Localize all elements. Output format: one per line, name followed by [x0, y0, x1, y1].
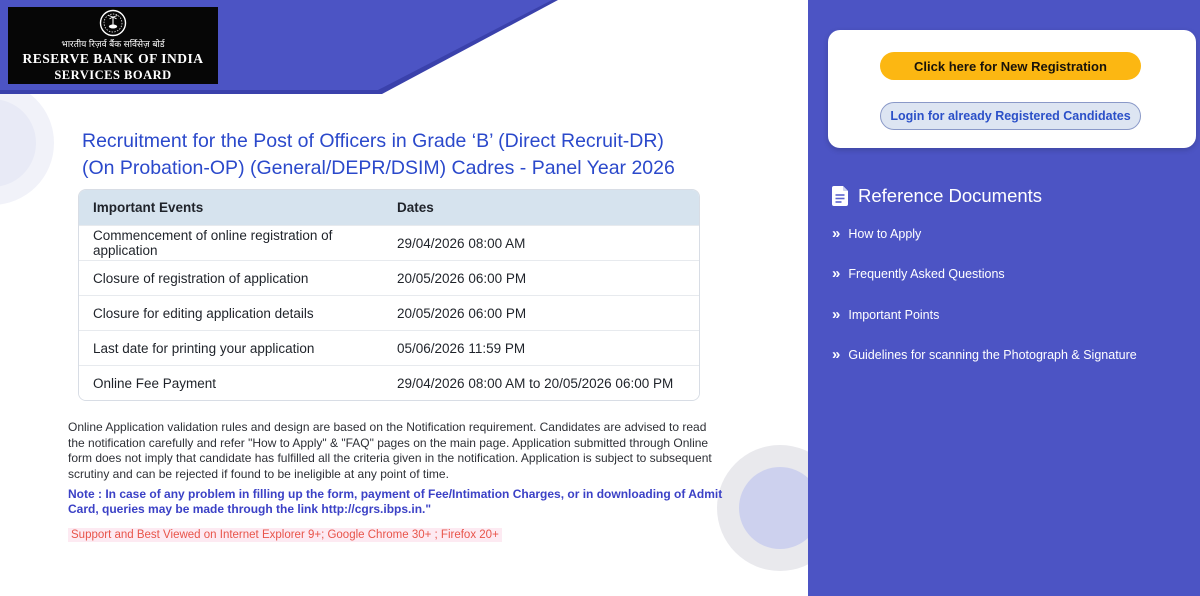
- event-date: 29/04/2026 08:00 AM to 20/05/2026 06:00 …: [397, 375, 674, 391]
- double-chevron-icon: »: [832, 306, 840, 323]
- browser-support-text: Support and Best Viewed on Internet Expl…: [68, 528, 502, 542]
- table-row: Closure of registration of application 2…: [79, 260, 699, 295]
- rbi-logo: भारतीय रिज़र्व बैंक सर्विसेज़ बोर्ड RESERV…: [8, 7, 218, 84]
- login-button[interactable]: Login for already Registered Candidates: [880, 102, 1141, 130]
- double-chevron-icon: »: [832, 225, 840, 242]
- table-row: Closure for editing application details …: [79, 295, 699, 330]
- event-date: 20/05/2026 06:00 PM: [397, 270, 527, 286]
- column-header-events: Important Events: [93, 200, 204, 215]
- double-chevron-icon: »: [832, 265, 840, 282]
- event-name: Closure for editing application details: [93, 305, 314, 321]
- rbi-name-line1: RESERVE BANK OF INDIA: [22, 50, 204, 66]
- rbi-name-line2: SERVICES BOARD: [54, 67, 172, 82]
- link-how-to-apply[interactable]: » How to Apply: [832, 225, 922, 242]
- event-name: Commencement of online registration of a…: [93, 228, 333, 258]
- link-important-points[interactable]: » Important Points: [832, 306, 940, 323]
- link-scanning-guidelines[interactable]: » Guidelines for scanning the Photograph…: [832, 346, 1137, 363]
- sidebar-panel: Click here for New Registration Login fo…: [808, 0, 1200, 596]
- event-date: 29/04/2026 08:00 AM: [397, 235, 526, 251]
- table-row: Commencement of online registration of a…: [79, 225, 699, 260]
- reference-documents-heading: Reference Documents: [832, 185, 1042, 207]
- link-label: Important Points: [848, 308, 940, 322]
- link-label: How to Apply: [848, 227, 922, 241]
- column-header-dates: Dates: [397, 200, 434, 215]
- link-label: Guidelines for scanning the Photograph &…: [848, 348, 1137, 362]
- page-title: Recruitment for the Post of Officers in …: [82, 130, 675, 179]
- table-row: Online Fee Payment 29/04/2026 08:00 AM t…: [79, 365, 699, 400]
- table-header-row: Important Events Dates: [79, 190, 699, 225]
- rbi-seal-icon: [99, 9, 127, 36]
- event-name: Closure of registration of application: [93, 270, 309, 286]
- event-date: 20/05/2026 06:00 PM: [397, 305, 527, 321]
- double-chevron-icon: »: [832, 346, 840, 363]
- reference-documents-label: Reference Documents: [858, 185, 1043, 206]
- rbi-name-hindi: भारतीय रिज़र्व बैंक सर्विसेज़ बोर्ड: [61, 38, 165, 49]
- table-row: Last date for printing your application …: [79, 330, 699, 365]
- event-date: 05/06/2026 11:59 PM: [397, 340, 526, 356]
- event-name: Last date for printing your application: [93, 340, 315, 356]
- registration-card: Click here for New Registration Login fo…: [828, 30, 1196, 148]
- document-icon: [832, 186, 848, 206]
- event-name: Online Fee Payment: [93, 375, 217, 391]
- new-registration-button[interactable]: Click here for New Registration: [880, 52, 1141, 80]
- main-content-area: भारतीय रिज़र्व बैंक सर्विसेज़ बोर्ड RESERV…: [0, 0, 808, 596]
- note-text: Note : In case of any problem in filling…: [68, 487, 723, 516]
- important-events-table: Important Events Dates Commencement of o…: [78, 189, 700, 401]
- link-faq[interactable]: » Frequently Asked Questions: [832, 265, 1005, 282]
- link-label: Frequently Asked Questions: [848, 267, 1005, 281]
- disclaimer-text: Online Application validation rules and …: [68, 420, 712, 481]
